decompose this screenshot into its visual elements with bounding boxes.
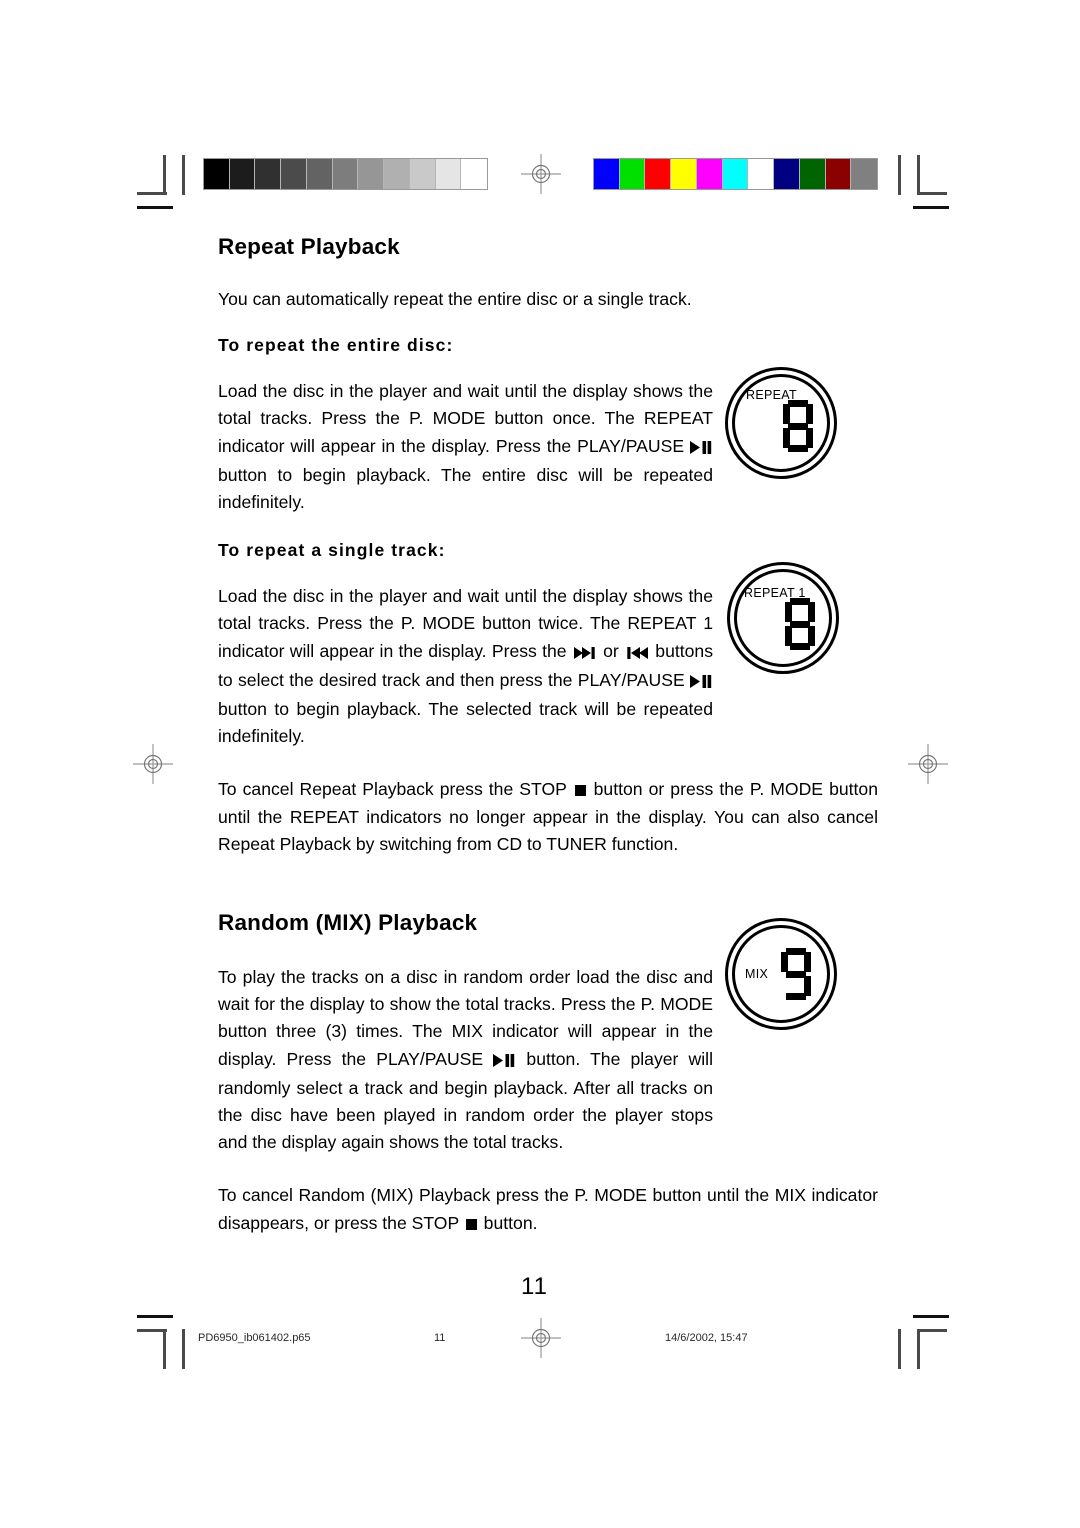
crop-mark-top-right-inner-rule xyxy=(898,155,901,195)
cancel-repeat-paragraph: To cancel Repeat Playback press the STOP… xyxy=(218,776,878,858)
crop-mark-bottom-right-outer xyxy=(913,1315,949,1318)
color-swatch xyxy=(671,159,697,189)
repeat-entire-disc-text-b: button to begin playback. The entire dis… xyxy=(218,464,713,513)
document-page: Repeat Playback You can automatically re… xyxy=(0,0,1080,1528)
lcd-label-mix: MIX xyxy=(745,967,769,981)
color-swatch xyxy=(774,159,800,189)
subheading-repeat-entire-disc: To repeat the entire disc: xyxy=(218,335,454,356)
grayscale-swatch xyxy=(461,159,487,189)
play-pause-icon xyxy=(690,435,712,462)
grayscale-swatch xyxy=(384,159,410,189)
lcd-display-repeat: REPEAT xyxy=(725,367,837,479)
registration-mark-bottom-center xyxy=(521,1318,561,1358)
color-swatch xyxy=(825,159,852,189)
stop-icon xyxy=(465,1218,477,1230)
crop-mark-top-left-horizontal xyxy=(137,192,167,195)
repeat-single-track-text-b: or xyxy=(597,640,625,661)
crop-mark-bottom-right-horizontal xyxy=(917,1329,947,1332)
crop-mark-top-left-inner-rule xyxy=(182,155,185,195)
grayscale-swatch xyxy=(409,159,436,189)
color-swatch xyxy=(722,159,749,189)
color-swatch xyxy=(594,159,620,189)
footer-filename: PD6950_ib061402.p65 xyxy=(198,1332,311,1344)
color-swatch xyxy=(619,159,646,189)
footer-timestamp: 14/6/2002, 15:47 xyxy=(665,1332,748,1344)
lcd-display-repeat-1: REPEAT 1 xyxy=(727,562,839,674)
grayscale-swatch xyxy=(204,159,230,189)
random-mix-paragraph: To play the tracks on a disc in random o… xyxy=(218,964,713,1156)
section-heading-repeat-playback: Repeat Playback xyxy=(218,234,400,259)
footer-page-number: 11 xyxy=(434,1332,446,1344)
cancel-repeat-text-a: To cancel Repeat Playback press the STOP xyxy=(218,779,573,800)
crop-mark-top-left-vertical xyxy=(163,155,166,195)
crop-mark-bottom-right-vertical xyxy=(917,1329,920,1369)
crop-mark-bottom-left-inner-rule xyxy=(182,1329,185,1369)
grayscale-swatch xyxy=(255,159,282,189)
stop-icon xyxy=(574,785,586,797)
fast-forward-icon xyxy=(573,640,596,667)
crop-mark-top-left-outer xyxy=(137,206,173,209)
rewind-icon xyxy=(626,640,649,667)
grayscale-swatch xyxy=(358,159,385,189)
grayscale-swatch xyxy=(281,159,307,189)
grayscale-calibration-bar xyxy=(203,158,488,190)
color-swatch xyxy=(696,159,723,189)
subheading-repeat-single-track: To repeat a single track: xyxy=(218,540,446,561)
repeat-single-track-text-d: button to begin playback. The selected t… xyxy=(218,699,713,747)
repeat-single-track-paragraph: Load the disc in the player and wait unt… xyxy=(218,583,713,750)
color-swatch xyxy=(851,159,877,189)
lcd-digit-repeat xyxy=(783,400,813,452)
lcd-digit-repeat-1 xyxy=(785,598,815,650)
lcd-digit-mix xyxy=(781,948,811,1000)
registration-mark-right-middle xyxy=(908,744,948,784)
crop-mark-top-right-vertical xyxy=(917,155,920,195)
cancel-random-mix-paragraph: To cancel Random (MIX) Playback press th… xyxy=(218,1182,878,1236)
color-calibration-bar xyxy=(593,158,878,190)
registration-mark-left-middle xyxy=(133,744,173,784)
grayscale-swatch xyxy=(229,159,256,189)
grayscale-swatch xyxy=(332,159,359,189)
grayscale-swatch xyxy=(306,159,333,189)
play-pause-icon xyxy=(690,669,712,696)
repeat-entire-disc-text-a: Load the disc in the player and wait unt… xyxy=(218,381,713,456)
crop-mark-bottom-left-vertical xyxy=(163,1329,166,1369)
cancel-random-mix-text-a: To cancel Random (MIX) Playback press th… xyxy=(218,1185,878,1233)
crop-mark-bottom-left-outer xyxy=(137,1315,173,1318)
page-number: 11 xyxy=(521,1273,548,1300)
lcd-display-mix: MIX xyxy=(725,918,837,1030)
play-pause-icon xyxy=(493,1048,515,1075)
grayscale-swatch xyxy=(435,159,462,189)
crop-mark-top-right-horizontal xyxy=(917,192,947,195)
repeat-intro-paragraph: You can automatically repeat the entire … xyxy=(218,289,692,309)
registration-mark-top-center xyxy=(521,154,561,194)
color-swatch xyxy=(748,159,775,189)
cancel-random-mix-text-b: button. xyxy=(478,1212,538,1233)
color-swatch xyxy=(645,159,672,189)
lcd-inner-ring xyxy=(734,569,832,667)
crop-mark-top-right-outer xyxy=(913,206,949,209)
crop-mark-bottom-right-inner-rule xyxy=(898,1329,901,1369)
repeat-entire-disc-paragraph: Load the disc in the player and wait unt… xyxy=(218,378,713,516)
color-swatch xyxy=(799,159,826,189)
